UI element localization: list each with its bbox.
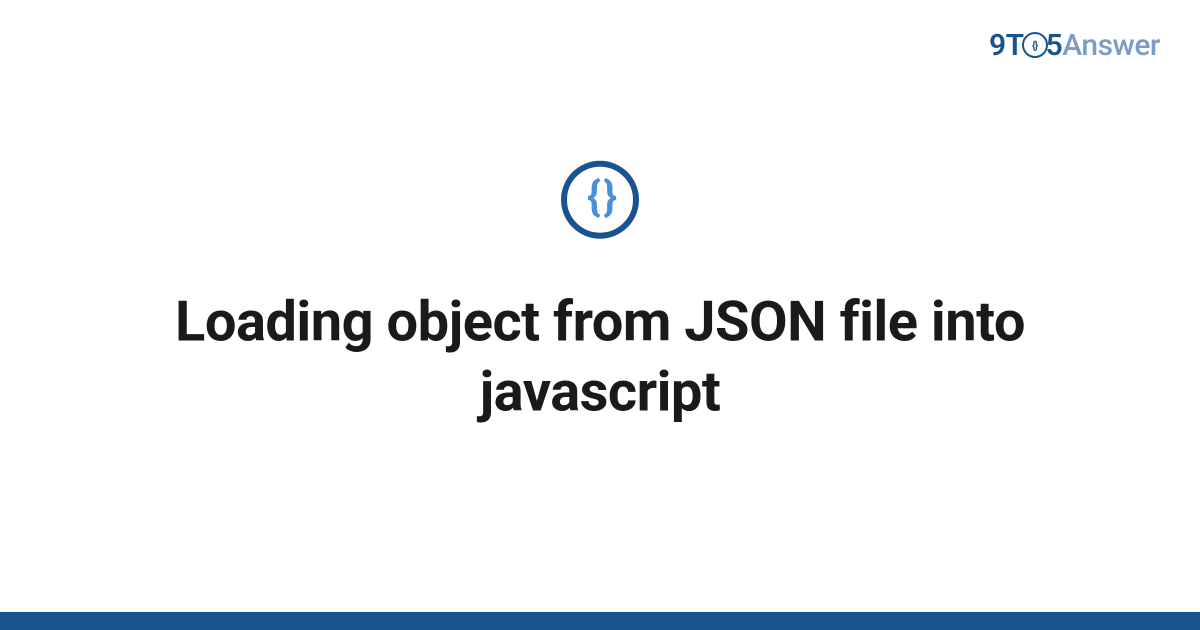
braces-glyph: { } — [587, 177, 613, 219]
logo-braces-inner: {} — [1032, 39, 1037, 52]
page-title: Loading object from JSON file into javas… — [60, 287, 1140, 427]
logo-text-9t: 9T — [989, 28, 1024, 63]
logo-text-5: 5 — [1046, 28, 1063, 63]
json-braces-icon: { } — [561, 161, 639, 239]
logo-text-answer: Answer — [1062, 28, 1160, 63]
site-logo[interactable]: 9T {} 5Answer — [989, 28, 1160, 63]
main-content: { } Loading object from JSON file into j… — [0, 161, 1200, 427]
logo-circle-icon: {} — [1022, 32, 1048, 58]
footer-bar — [0, 612, 1200, 630]
